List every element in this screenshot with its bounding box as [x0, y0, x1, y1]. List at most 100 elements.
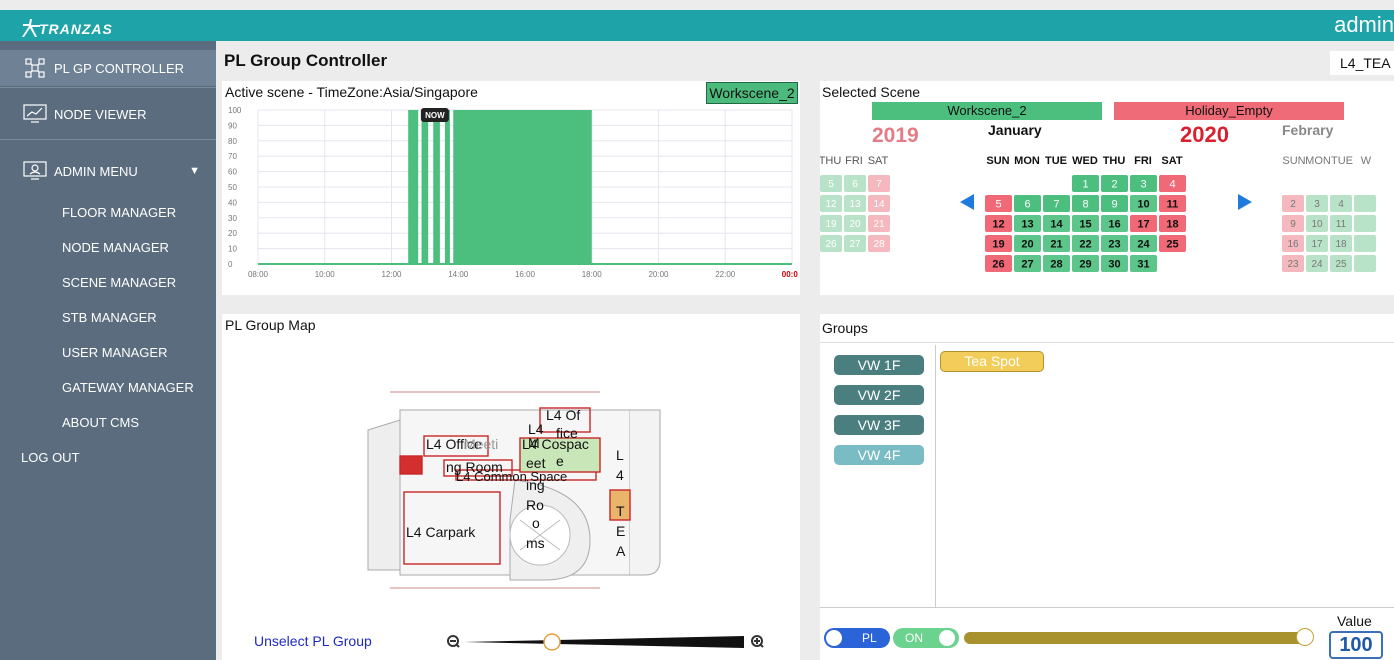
group-vw-3f[interactable]: VW 3F	[834, 415, 924, 435]
scene-b-label: Holiday_Empty	[1185, 103, 1273, 118]
value-input[interactable]: 100	[1329, 631, 1383, 659]
y-tick-label: 0	[228, 260, 233, 269]
unselect-pl-group-link[interactable]: Unselect PL Group	[254, 633, 372, 649]
zoom-slider[interactable]	[446, 630, 770, 654]
calendar-day-label: 19	[825, 219, 837, 230]
zoom-out-icon[interactable]	[447, 635, 460, 648]
sidebar: PL GP CONTROLLER NODE VIEWER ADMIN MENU …	[0, 41, 216, 660]
on-toggle[interactable]: ON	[893, 628, 959, 648]
calendar-day-label: 3	[1314, 199, 1320, 210]
calendar-day-label: 5	[828, 179, 834, 190]
group-vw-4f[interactable]: VW 4F	[834, 445, 924, 465]
divider	[0, 139, 216, 140]
sidebar-item-scene-manager[interactable]: SCENE MANAGER	[62, 275, 176, 290]
calendar-day-label: 31	[1137, 259, 1149, 271]
calendar-day-label: 19	[992, 239, 1004, 251]
scene-block	[444, 110, 450, 264]
calendar-day-cell[interactable]	[1354, 195, 1376, 212]
calendar-day-label: 8	[1082, 199, 1088, 211]
calendar-day-label: 15	[1079, 219, 1091, 231]
weekday-label: SAT	[868, 155, 889, 167]
zoom-slider-handle[interactable]	[543, 633, 561, 651]
calendar-day-label: 7	[1053, 199, 1059, 211]
weekday-label: MON	[1014, 155, 1040, 167]
sidebar-item-label: NODE VIEWER	[54, 106, 147, 122]
x-tick-label: 00:00	[782, 270, 798, 279]
sidebar-item-gateway-manager[interactable]: GATEWAY MANAGER	[62, 380, 194, 395]
user-menu[interactable]: admin	[1334, 12, 1394, 38]
pl-toggle-knob	[826, 630, 842, 646]
sidebar-item-about-cms[interactable]: ABOUT CMS	[62, 415, 139, 430]
active-scene-badge[interactable]: Workscene_2	[706, 82, 798, 104]
groups-list: VW 1F VW 2F VW 3F VW 4F	[822, 345, 936, 608]
floor-plan-map[interactable]: L4 Carpark L4 Office Meeti ng Room L4 Co…	[360, 380, 680, 600]
calendar-day-label: 12	[825, 199, 837, 210]
sidebar-item-admin-menu[interactable]: ADMIN MENU ▼	[0, 154, 216, 188]
logout-link[interactable]: LOG OUT	[21, 450, 80, 465]
calendar-day-label: 14	[1050, 219, 1063, 231]
calendar-day-label: 16	[1287, 239, 1299, 250]
zoom-in-icon[interactable]	[751, 635, 764, 648]
four-label: 4	[616, 467, 624, 483]
calendar-day-label: 11	[1167, 199, 1179, 211]
x-tick-label: 14:00	[448, 270, 469, 279]
y-tick-label: 10	[228, 245, 237, 254]
calendar-day-label: 30	[1108, 259, 1120, 271]
top-bar: TRANZAS admin	[0, 10, 1394, 41]
scene-calendar: Workscene_2 Holiday_Empty2019 January 2020 F…	[820, 102, 1376, 272]
prev-month-arrow[interactable]	[960, 194, 974, 210]
monitor-chart-icon	[20, 103, 50, 125]
x-tick-label: 18:00	[582, 270, 603, 279]
selected-scene-title: Selected Scene	[822, 84, 921, 100]
calendar-day-label: 18	[1335, 239, 1347, 250]
weekday-label: W	[1361, 155, 1372, 167]
calendar-day-label: 10	[1311, 219, 1323, 230]
calendar-day-label: 10	[1137, 199, 1149, 211]
scene-a-label: Workscene_2	[947, 103, 1026, 118]
calendar-day-label: 5	[995, 199, 1001, 211]
group-vw-2f[interactable]: VW 2F	[834, 385, 924, 405]
calendar-day-cell[interactable]	[1354, 215, 1376, 232]
selected-group-tea-spot[interactable]: Tea Spot	[940, 351, 1044, 372]
divider	[820, 342, 1394, 343]
sidebar-item-user-manager[interactable]: USER MANAGER	[62, 345, 167, 360]
pl-toggle[interactable]: PL	[824, 628, 890, 648]
calendar-day-label: 28	[873, 239, 885, 250]
meeting-label: Meeti	[464, 436, 498, 452]
calendar-day-label: 6	[852, 179, 858, 190]
group-select[interactable]: L4_TEA	[1330, 51, 1394, 75]
calendar-day-label: 14	[873, 199, 885, 210]
eet-label: eet	[526, 455, 546, 471]
next-month-arrow[interactable]	[1238, 194, 1252, 210]
group-vw-1f[interactable]: VW 1F	[834, 355, 924, 375]
calendar-day-label: 21	[873, 219, 885, 230]
calendar-day-label: 4	[1169, 179, 1175, 191]
red-zone[interactable]	[399, 455, 423, 475]
calendar-day-label: 3	[1140, 179, 1146, 191]
weekday-label: SAT	[1161, 155, 1182, 167]
divider	[820, 607, 1394, 608]
sidebar-item-floor-manager[interactable]: FLOOR MANAGER	[62, 205, 176, 220]
calendar-day-label: 2	[1111, 179, 1117, 191]
sidebar-item-node-manager[interactable]: NODE MANAGER	[62, 240, 169, 255]
brand-logo[interactable]: TRANZAS	[20, 12, 113, 39]
map-title: PL Group Map	[225, 317, 316, 333]
weekday-label: THU	[820, 155, 841, 167]
a-label: A	[616, 543, 626, 559]
month-left: January	[988, 122, 1042, 138]
calendar-day-cell[interactable]	[1354, 255, 1376, 272]
value-slider[interactable]	[964, 628, 1314, 646]
x-tick-label: 10:00	[315, 270, 336, 279]
year-right: 2020	[1180, 122, 1229, 147]
sidebar-item-stb-manager[interactable]: STB MANAGER	[62, 310, 157, 325]
y-tick-label: 100	[228, 106, 242, 115]
y-tick-label: 70	[228, 152, 237, 161]
value-slider-handle[interactable]	[1296, 628, 1314, 646]
sidebar-item-pl-gp-controller[interactable]: PL GP CONTROLLER	[0, 50, 216, 86]
weekday-label: TUE	[1045, 155, 1067, 167]
calendar-day-cell[interactable]	[1354, 235, 1376, 252]
sidebar-item-node-viewer[interactable]: NODE VIEWER	[0, 97, 216, 131]
caret-down-icon: ▼	[189, 165, 200, 177]
calendar-day-label: 6	[1024, 199, 1030, 211]
weekday-label: FRI	[845, 155, 863, 167]
